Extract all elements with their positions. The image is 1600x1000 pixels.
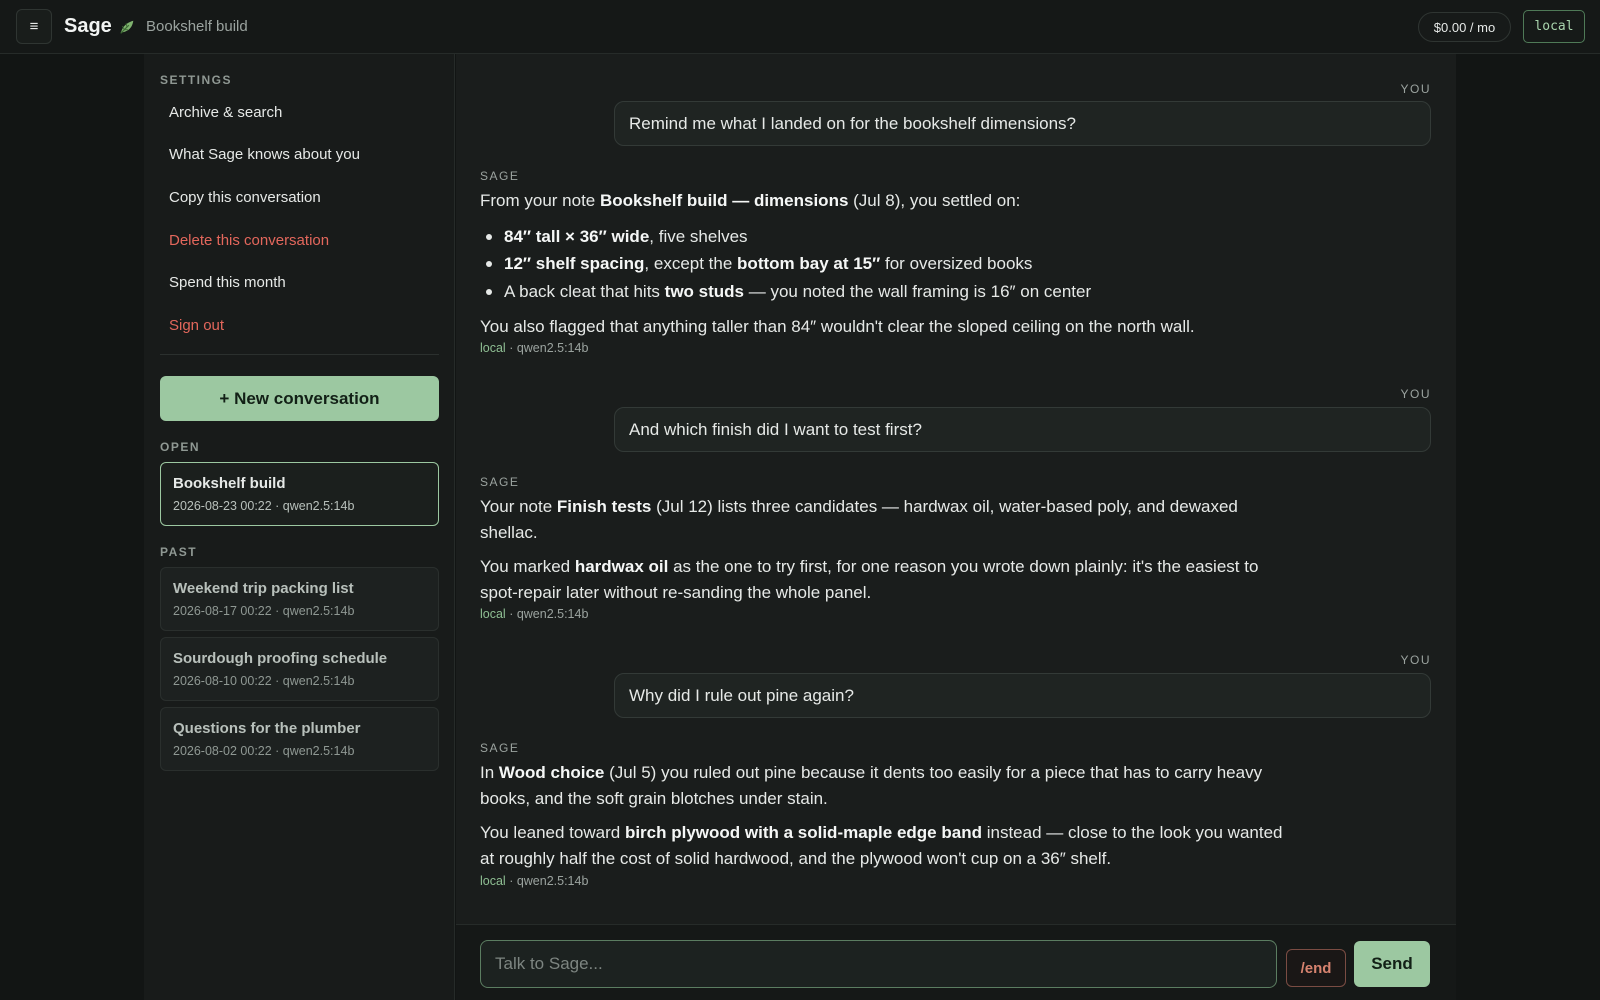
settings-section-label: SETTINGS	[160, 73, 233, 87]
conversation-meta: 2026-08-10 00:22 · qwen2.5:14b	[173, 674, 355, 688]
conversation-item[interactable]: Questions for the plumber 2026-08-02 00:…	[160, 707, 439, 771]
assistant-message: Your note Finish tests (Jul 12) lists th…	[480, 494, 1290, 614]
delete-conversation-link[interactable]: Delete this conversation	[169, 232, 329, 249]
send-button[interactable]: Send	[1354, 941, 1430, 987]
conversation-item[interactable]: Weekend trip packing list 2026-08-17 00:…	[160, 567, 439, 631]
app-brand: Sage	[64, 15, 136, 38]
assistant-paragraph: In Wood choice (Jul 5) you ruled out pin…	[480, 763, 1263, 808]
user-label: YOU	[1400, 387, 1431, 401]
conversation-meta: 2026-08-02 00:22 · qwen2.5:14b	[173, 744, 355, 758]
mode-badge[interactable]: local	[1523, 10, 1585, 43]
assistant-paragraph: You leaned toward birch plywood with a s…	[480, 823, 1283, 868]
conversation-item[interactable]: Sourdough proofing schedule 2026-08-10 0…	[160, 637, 439, 701]
message-meta: local · qwen2.5:14b	[480, 341, 589, 355]
list-item: 12″ shelf spacing, except the bottom bay…	[486, 250, 1290, 278]
sidebar-divider	[160, 354, 439, 355]
assistant-paragraph: Your note Finish tests (Jul 12) lists th…	[480, 497, 1238, 542]
message-meta: local · qwen2.5:14b	[480, 607, 589, 621]
assistant-paragraph: From your note Bookshelf build — dimensi…	[480, 191, 1021, 210]
conversation-meta: 2026-08-17 00:22 · qwen2.5:14b	[173, 604, 355, 618]
message-input[interactable]	[480, 940, 1277, 988]
conversation-title: Questions for the plumber	[173, 720, 361, 737]
spend-link[interactable]: Spend this month	[169, 274, 286, 291]
menu-button[interactable]: ≡	[16, 9, 52, 44]
open-section-label: OPEN	[160, 440, 201, 454]
assistant-label: SAGE	[480, 741, 520, 755]
hamburger-icon: ≡	[29, 18, 39, 35]
app-name: Sage	[64, 15, 112, 37]
assistant-paragraph: You marked hardwax oil as the one to try…	[480, 557, 1259, 602]
conversation-title: Bookshelf build	[173, 475, 286, 492]
copy-conversation-link[interactable]: Copy this conversation	[169, 189, 321, 206]
assistant-label: SAGE	[480, 475, 520, 489]
leaf-icon	[120, 20, 134, 34]
memory-link[interactable]: What Sage knows about you	[169, 146, 360, 163]
message-meta: local · qwen2.5:14b	[480, 874, 589, 888]
archive-search-link[interactable]: Archive & search	[169, 104, 282, 121]
assistant-list: 84″ tall × 36″ wide, five shelves 12″ sh…	[486, 223, 1290, 306]
user-message: And which finish did I want to test firs…	[614, 407, 1431, 452]
assistant-label: SAGE	[480, 169, 520, 183]
conversation-meta: 2026-08-23 00:22 · qwen2.5:14b	[173, 499, 355, 513]
past-section-label: PAST	[160, 545, 198, 559]
user-message: Remind me what I landed on for the books…	[614, 101, 1431, 146]
user-label: YOU	[1400, 653, 1431, 667]
composer: /end Send	[456, 924, 1456, 1000]
chat-transcript[interactable]: YOU Remind me what I landed on for the b…	[456, 54, 1456, 924]
top-bar: ≡ Sage Bookshelf build $0.00 / mo local	[0, 0, 1600, 54]
user-label: YOU	[1400, 82, 1431, 96]
assistant-paragraph: You also flagged that anything taller th…	[480, 317, 1195, 336]
new-conversation-button[interactable]: + New conversation	[160, 376, 439, 421]
user-message: Why did I rule out pine again?	[614, 673, 1431, 718]
end-conversation-button[interactable]: /end	[1286, 949, 1346, 987]
assistant-message: From your note Bookshelf build — dimensi…	[480, 188, 1290, 349]
conversation-title: Sourdough proofing schedule	[173, 650, 388, 667]
conversation-title: Weekend trip packing list	[173, 580, 354, 597]
assistant-message: In Wood choice (Jul 5) you ruled out pin…	[480, 760, 1290, 880]
spend-badge[interactable]: $0.00 / mo	[1418, 12, 1511, 42]
sidebar: SETTINGS Archive & search What Sage know…	[144, 54, 455, 1000]
list-item: A back cleat that hits two studs — you n…	[486, 278, 1290, 306]
list-item: 84″ tall × 36″ wide, five shelves	[486, 223, 1290, 251]
conversation-item-active[interactable]: Bookshelf build 2026-08-23 00:22 · qwen2…	[160, 462, 439, 526]
sign-out-link[interactable]: Sign out	[169, 317, 224, 334]
breadcrumb: Bookshelf build	[146, 18, 248, 35]
